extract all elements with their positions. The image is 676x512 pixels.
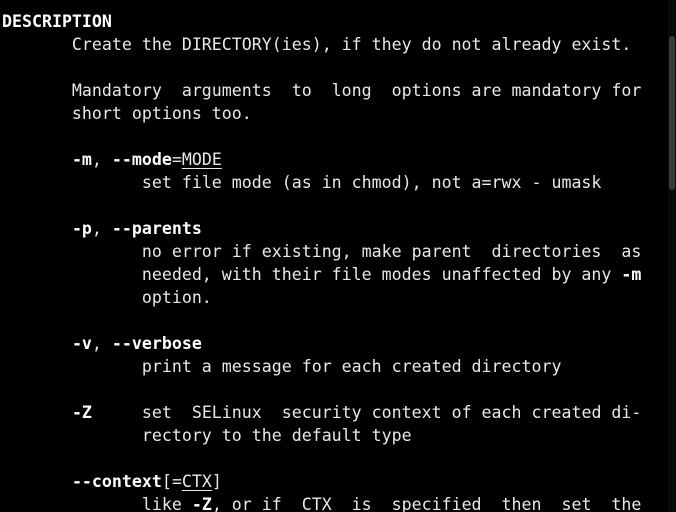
option-selinux-line: -Z set SELinux security context of each … bbox=[2, 401, 641, 424]
option-separator: , bbox=[91, 150, 112, 169]
option-flag-long: --parents bbox=[111, 219, 202, 238]
option-flag-short: -m bbox=[71, 150, 92, 169]
option-parents-line: -p, --parents bbox=[2, 217, 202, 240]
description-text: Create the DIRECTORY(ies), if they do no… bbox=[2, 35, 632, 54]
option-description: set file mode (as in chmod), not a=rwx -… bbox=[2, 173, 602, 192]
description-text: like bbox=[2, 495, 192, 512]
option-reference: -m bbox=[621, 265, 642, 284]
option-description: option. bbox=[2, 288, 212, 307]
option-reference: -Z bbox=[191, 495, 212, 512]
option-bracket-close: ] bbox=[211, 472, 222, 491]
option-description: rectory to the default type bbox=[2, 426, 412, 445]
scrollbar-thumb[interactable] bbox=[669, 36, 675, 190]
scrollbar[interactable] bbox=[668, 0, 676, 512]
option-description: no error if existing, make parent direct… bbox=[2, 242, 642, 261]
option-argument: MODE bbox=[181, 150, 222, 169]
section-heading: DESCRIPTION bbox=[2, 12, 112, 31]
option-bracket-open: [= bbox=[161, 472, 182, 491]
description-text: , or if CTX is specified then set the bbox=[211, 495, 642, 512]
option-verbose-line: -v, --verbose bbox=[2, 332, 202, 355]
option-context-line: --context[=CTX] bbox=[2, 470, 222, 493]
option-flag-long: --mode bbox=[111, 150, 172, 169]
description-text: needed, with their file modes unaffected… bbox=[2, 265, 622, 284]
terminal-window[interactable]: DESCRIPTION Create the DIRECTORY(ies), i… bbox=[0, 0, 676, 512]
option-flag-short: -Z bbox=[71, 403, 92, 422]
option-mode-line: -m, --mode=MODE bbox=[2, 148, 222, 171]
option-description: like -Z, or if CTX is specified then set… bbox=[2, 493, 642, 512]
option-flag-short: -p bbox=[71, 219, 92, 238]
option-gap bbox=[92, 403, 142, 422]
description-text: Mandatory arguments to long options are … bbox=[2, 81, 642, 100]
option-argument: CTX bbox=[181, 472, 212, 491]
option-description: set SELinux security context of each cre… bbox=[141, 403, 642, 422]
option-separator: , bbox=[91, 219, 112, 238]
option-equals: = bbox=[171, 150, 182, 169]
option-description: print a message for each created directo… bbox=[2, 357, 562, 376]
description-text: short options too. bbox=[2, 104, 252, 123]
option-description: needed, with their file modes unaffected… bbox=[2, 263, 642, 286]
option-flag-long: --context bbox=[71, 472, 162, 491]
option-flag-short: -v bbox=[71, 334, 92, 353]
option-flag-long: --verbose bbox=[111, 334, 202, 353]
option-separator: , bbox=[91, 334, 112, 353]
